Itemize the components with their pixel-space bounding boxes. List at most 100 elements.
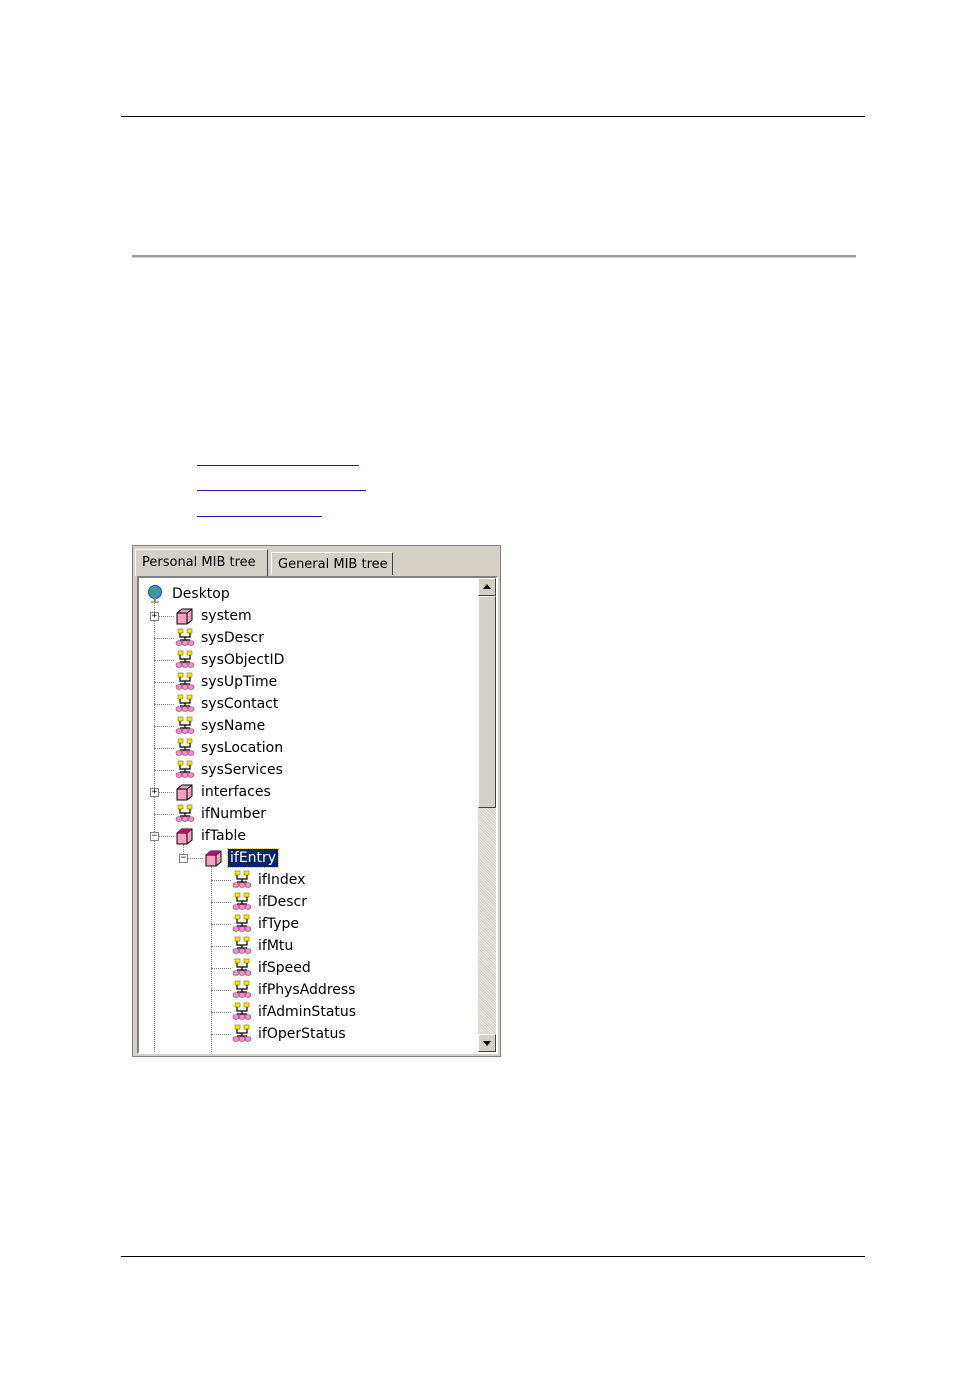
mib-browser-panel: Personal MIB tree General MIB tree Deskt… bbox=[132, 545, 501, 1057]
tree-node[interactable]: sysLocation bbox=[174, 738, 285, 758]
tree-node[interactable]: sysDescr bbox=[174, 628, 266, 648]
mib-leaf-icon bbox=[232, 892, 252, 910]
tree-node-label: ifType bbox=[258, 916, 299, 932]
tree-connector-line bbox=[154, 660, 174, 661]
mib-leaf-icon bbox=[175, 804, 195, 822]
expand-icon[interactable]: + bbox=[150, 612, 159, 621]
collapse-icon[interactable]: − bbox=[150, 832, 159, 841]
tree-connector-line bbox=[154, 596, 155, 1052]
tree-node[interactable]: ifOperStatus bbox=[231, 1024, 348, 1044]
mib-leaf-icon bbox=[232, 1002, 252, 1020]
tab-general-mib-tree[interactable]: General MIB tree bbox=[271, 552, 393, 575]
tree-connector-line bbox=[211, 990, 231, 991]
tree-root-label: Desktop bbox=[172, 586, 230, 602]
tree-node-label: ifOperStatus bbox=[258, 1026, 346, 1042]
tree-connector-line bbox=[211, 968, 231, 969]
tree-node-label: sysDescr bbox=[201, 630, 265, 646]
tree-node[interactable]: system bbox=[174, 606, 254, 626]
scroll-up-icon bbox=[483, 584, 491, 589]
tree-node[interactable]: ifEntry bbox=[203, 848, 280, 868]
mib-leaf-icon bbox=[175, 694, 195, 712]
mib-leaf-icon bbox=[232, 914, 252, 932]
open-box-icon bbox=[176, 828, 193, 845]
mib-leaf-icon bbox=[175, 628, 195, 646]
tree-node[interactable]: ifType bbox=[231, 914, 301, 934]
tree-node[interactable]: ifAdminStatus bbox=[231, 1002, 358, 1022]
tree-connector-line bbox=[211, 1012, 231, 1013]
link-1[interactable] bbox=[197, 465, 359, 466]
tree-connector-line bbox=[154, 726, 174, 727]
tree-node-label: sysObjectID bbox=[201, 652, 285, 668]
tree-connector-line bbox=[154, 682, 174, 683]
tree-node[interactable]: ifDescr bbox=[231, 892, 309, 912]
tree-node-label: ifMtu bbox=[258, 938, 294, 954]
link-2[interactable] bbox=[197, 490, 366, 491]
mib-leaf-icon bbox=[232, 870, 252, 888]
link-3[interactable] bbox=[197, 516, 322, 517]
tree-node[interactable]: interfaces bbox=[174, 782, 273, 802]
mib-leaf-icon bbox=[175, 672, 195, 690]
tree-connector-line bbox=[211, 946, 231, 947]
tree-node-label: ifSpeed bbox=[258, 960, 311, 976]
tree-node-label: ifEntry bbox=[226, 848, 280, 868]
tree-node-label: sysContact bbox=[201, 696, 279, 712]
tree-node-label: sysServices bbox=[201, 762, 283, 778]
tree-node-label: sysLocation bbox=[201, 740, 284, 756]
tree-node[interactable]: ifPhysAddress bbox=[231, 980, 357, 1000]
tree-node-label: ifTable bbox=[201, 828, 247, 844]
tree-node-label: ifPhysAddress bbox=[258, 982, 356, 998]
mib-leaf-icon bbox=[232, 936, 252, 954]
tree-node[interactable]: sysServices bbox=[174, 760, 285, 780]
footer-rule bbox=[121, 1256, 865, 1257]
header-rule bbox=[121, 116, 865, 117]
tree-connector-line bbox=[211, 880, 231, 881]
tree-node-label: interfaces bbox=[201, 784, 271, 800]
tree-connector-line bbox=[154, 814, 174, 815]
tree-node-label: system bbox=[201, 608, 252, 624]
scroll-up-button[interactable] bbox=[478, 578, 496, 596]
tree-connector-line bbox=[211, 866, 212, 1052]
tree-node-label: sysName bbox=[201, 718, 266, 734]
mib-leaf-icon bbox=[175, 716, 195, 734]
tab-personal-mib-tree[interactable]: Personal MIB tree bbox=[135, 549, 268, 576]
mib-leaf-icon bbox=[232, 980, 252, 998]
tree-node-label: sysUpTime bbox=[201, 674, 278, 690]
tree-node-label: ifIndex bbox=[258, 872, 306, 888]
tree-node-label: ifAdminStatus bbox=[258, 1004, 357, 1020]
tree-node[interactable]: ifIndex bbox=[231, 870, 307, 890]
tree-node[interactable]: sysName bbox=[174, 716, 267, 736]
tree-node-label: ifNumber bbox=[201, 806, 267, 822]
scroll-down-button[interactable] bbox=[478, 1034, 496, 1052]
tree-root-desktop[interactable]: Desktop bbox=[145, 584, 232, 604]
tree-connector-line bbox=[211, 902, 231, 903]
mib-leaf-icon bbox=[175, 650, 195, 668]
tree-connector-line bbox=[154, 770, 174, 771]
tree-connector-line bbox=[154, 748, 174, 749]
tree-node[interactable]: sysObjectID bbox=[174, 650, 286, 670]
tree-connector-line bbox=[211, 924, 231, 925]
tree-connector-line bbox=[211, 1034, 231, 1035]
mib-tree-view[interactable]: Desktop + system sysDescr sysObjectID sy… bbox=[137, 576, 498, 1054]
mib-leaf-icon bbox=[175, 738, 195, 756]
tree-content: Desktop + system sysDescr sysObjectID sy… bbox=[139, 578, 475, 1052]
tree-node[interactable]: sysContact bbox=[174, 694, 280, 714]
tree-node[interactable]: ifSpeed bbox=[231, 958, 313, 978]
vertical-scrollbar[interactable] bbox=[478, 578, 496, 1052]
scroll-thumb[interactable] bbox=[478, 596, 496, 808]
scroll-down-icon bbox=[483, 1041, 491, 1046]
folder-box-icon bbox=[176, 784, 193, 801]
tree-node[interactable]: ifNumber bbox=[174, 804, 268, 824]
tree-node[interactable]: ifMtu bbox=[231, 936, 295, 956]
collapse-icon[interactable]: − bbox=[179, 854, 188, 863]
tree-node-label: ifDescr bbox=[258, 894, 307, 910]
folder-box-icon bbox=[176, 608, 193, 625]
open-box-icon bbox=[205, 850, 222, 867]
mib-leaf-icon bbox=[232, 958, 252, 976]
mib-leaf-icon bbox=[232, 1024, 252, 1042]
tree-node[interactable]: sysUpTime bbox=[174, 672, 279, 692]
tree-node[interactable]: ifTable bbox=[174, 826, 248, 846]
tree-connector-line bbox=[154, 704, 174, 705]
tree-connector-line bbox=[154, 638, 174, 639]
expand-icon[interactable]: + bbox=[150, 788, 159, 797]
globe-icon bbox=[148, 585, 162, 603]
